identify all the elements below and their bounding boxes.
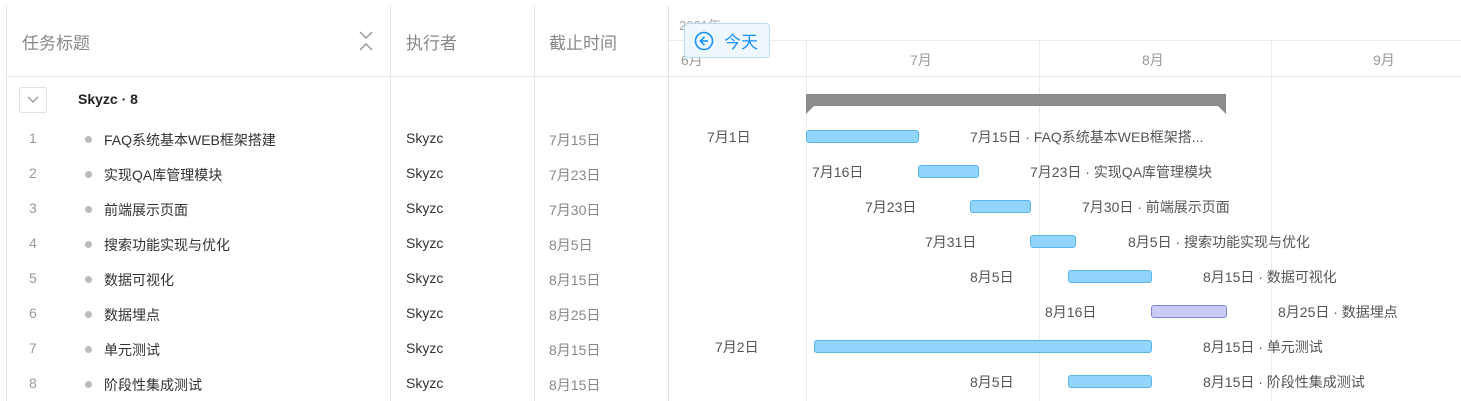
task-status-dot — [85, 136, 92, 143]
task-bar[interactable] — [1030, 235, 1076, 248]
task-bar[interactable] — [1151, 305, 1227, 318]
task-bar-end-label: 7月30日 · 前端展示页面 — [1082, 199, 1230, 215]
task-number: 1 — [29, 130, 37, 146]
timeline-year-row: 2021年 — [669, 6, 1461, 41]
timeline-month-row: 6月 7月 8月 9月 — [669, 41, 1461, 77]
task-number: 2 — [29, 165, 37, 181]
task-bar-start-label: 7月16日 — [812, 164, 864, 180]
task-row[interactable]: 7 单元测试 Skyzc 8月15日 — [7, 332, 669, 367]
task-bar-start-label: 7月1日 — [707, 129, 751, 145]
task-bar-start-label: 7月2日 — [715, 339, 759, 355]
column-header-owner[interactable]: 执行者 — [390, 6, 534, 77]
task-status-dot — [85, 311, 92, 318]
task-row[interactable]: 4 搜索功能实现与优化 Skyzc 8月5日 — [7, 227, 669, 262]
group-summary-bar[interactable] — [806, 94, 1226, 114]
task-owner[interactable]: Skyzc — [406, 305, 443, 321]
task-due-date[interactable]: 8月5日 — [549, 235, 593, 255]
task-status-dot — [85, 241, 92, 248]
task-number: 6 — [29, 305, 37, 321]
task-due-date[interactable]: 7月15日 — [549, 130, 600, 150]
month-label: 9月 — [1373, 52, 1395, 68]
task-number: 7 — [29, 340, 37, 356]
task-status-dot — [85, 381, 92, 388]
month-label: 7月 — [910, 52, 932, 68]
task-title[interactable]: 前端展示页面 — [104, 200, 188, 220]
column-header-title[interactable]: 任务标题 — [7, 6, 390, 77]
task-status-dot — [85, 276, 92, 283]
task-number: 8 — [29, 375, 37, 391]
group-row: Skyzc · 8 — [7, 84, 669, 116]
task-title[interactable]: 数据埋点 — [104, 305, 160, 325]
task-title[interactable]: 阶段性集成测试 — [104, 375, 202, 395]
task-bar-start-label: 8月16日 — [1045, 304, 1097, 320]
task-bar-start-label: 8月5日 — [970, 374, 1014, 390]
task-bar-end-label: 8月15日 · 单元测试 — [1203, 339, 1323, 355]
collapse-arrows-icon[interactable] — [358, 30, 374, 52]
column-header-due[interactable]: 截止时间 — [534, 6, 669, 77]
task-title[interactable]: 数据可视化 — [104, 270, 174, 290]
task-row[interactable]: 3 前端展示页面 Skyzc 7月30日 — [7, 192, 669, 227]
column-header-title-label: 任务标题 — [22, 33, 90, 53]
task-bar[interactable] — [1068, 375, 1152, 388]
task-row[interactable]: 1 FAQ系统基本WEB框架搭建 Skyzc 7月15日 — [7, 122, 669, 157]
task-title[interactable]: FAQ系统基本WEB框架搭建 — [104, 130, 276, 150]
task-bar[interactable] — [814, 340, 1152, 353]
task-bar-start-label: 8月5日 — [970, 269, 1014, 285]
task-owner[interactable]: Skyzc — [406, 270, 443, 286]
task-title[interactable]: 搜索功能实现与优化 — [104, 235, 230, 255]
task-owner[interactable]: Skyzc — [406, 200, 443, 216]
month-label: 8月 — [1142, 52, 1164, 68]
task-owner[interactable]: Skyzc — [406, 130, 443, 146]
task-list-panel: 任务标题 执行者 截止时间 Skyzc · 8 1 FAQ系统基本WEB框架搭建 S… — [6, 6, 669, 401]
task-row[interactable]: 8 阶段性集成测试 Skyzc 8月15日 — [7, 367, 669, 401]
task-due-date[interactable]: 8月15日 — [549, 270, 600, 290]
task-due-date[interactable]: 8月25日 — [549, 305, 600, 325]
task-bar-end-label: 7月15日 · FAQ系统基本WEB框架搭... — [970, 129, 1204, 145]
task-bar-end-label: 7月23日 · 实现QA库管理模块 — [1030, 164, 1213, 180]
task-bar-end-label: 8月15日 · 数据可视化 — [1203, 269, 1337, 285]
today-button-label: 今天 — [724, 33, 758, 52]
task-owner[interactable]: Skyzc — [406, 375, 443, 391]
chevron-down-icon — [27, 96, 39, 103]
task-status-dot — [85, 346, 92, 353]
task-bar[interactable] — [970, 200, 1031, 213]
task-due-date[interactable]: 7月30日 — [549, 200, 600, 220]
task-number: 5 — [29, 270, 37, 286]
task-due-date[interactable]: 8月15日 — [549, 340, 600, 360]
task-title[interactable]: 实现QA库管理模块 — [104, 165, 222, 185]
task-status-dot — [85, 171, 92, 178]
task-row[interactable]: 2 实现QA库管理模块 Skyzc 7月23日 — [7, 157, 669, 192]
task-number: 3 — [29, 200, 37, 216]
task-title[interactable]: 单元测试 — [104, 340, 160, 360]
task-bar[interactable] — [806, 130, 919, 143]
task-bar-end-label: 8月15日 · 阶段性集成测试 — [1203, 374, 1365, 390]
column-header-owner-label: 执行者 — [406, 33, 457, 53]
group-toggle-button[interactable] — [19, 87, 47, 113]
gantt-chart: 2021年 6月 7月 8月 9月 今天 7月1日 7月15日 · FAQ系统基本… — [668, 6, 1461, 401]
task-bar-end-label: 8月5日 · 搜索功能实现与优化 — [1128, 234, 1311, 250]
task-due-date[interactable]: 7月23日 — [549, 165, 600, 185]
group-name: Skyzc · 8 — [78, 91, 138, 107]
task-owner[interactable]: Skyzc — [406, 340, 443, 356]
task-status-dot — [85, 206, 92, 213]
task-owner[interactable]: Skyzc — [406, 165, 443, 181]
today-button[interactable]: 今天 — [684, 23, 770, 58]
task-bar[interactable] — [918, 165, 979, 178]
task-bar-end-label: 8月25日 · 数据埋点 — [1278, 304, 1398, 320]
column-header-due-label: 截止时间 — [549, 33, 617, 53]
task-bar[interactable] — [1068, 270, 1152, 283]
task-owner[interactable]: Skyzc — [406, 235, 443, 251]
task-bar-start-label: 7月31日 — [925, 234, 977, 250]
task-number: 4 — [29, 235, 37, 251]
task-row[interactable]: 6 数据埋点 Skyzc 8月25日 — [7, 297, 669, 332]
task-bar-start-label: 7月23日 — [865, 199, 917, 215]
arrow-left-circle-icon — [694, 31, 714, 50]
task-due-date[interactable]: 8月15日 — [549, 375, 600, 395]
task-row[interactable]: 5 数据可视化 Skyzc 8月15日 — [7, 262, 669, 297]
